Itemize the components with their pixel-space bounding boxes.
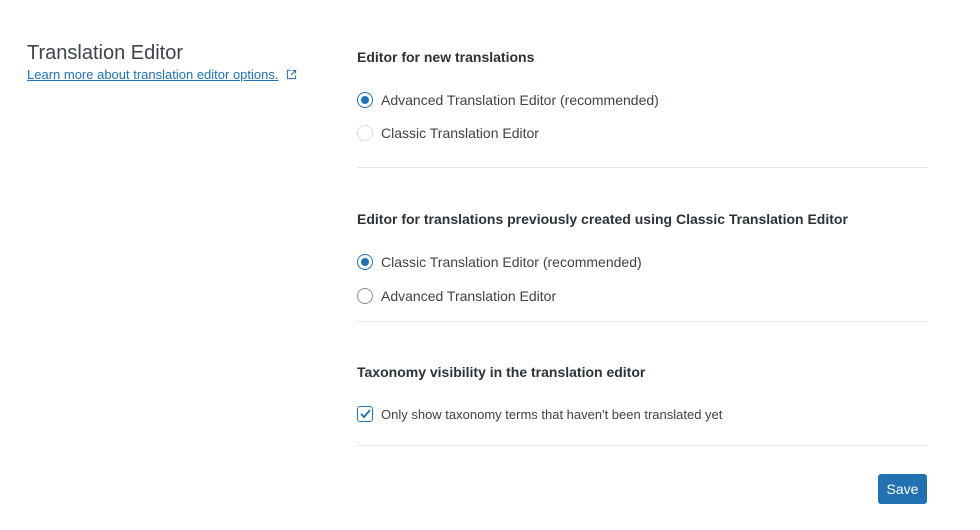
new-translations-section: Editor for new translations Advanced Tra… xyxy=(357,48,927,168)
section-title: Editor for translations previously creat… xyxy=(357,211,848,227)
radio-button-selected[interactable] xyxy=(357,92,373,108)
taxonomy-checkbox-option[interactable]: Only show taxonomy terms that haven't be… xyxy=(357,405,927,423)
previous-translations-section: Editor for translations previously creat… xyxy=(357,168,927,322)
checkbox-checked[interactable] xyxy=(357,406,373,422)
radio-option-advanced-editor[interactable]: Advanced Translation Editor (recommended… xyxy=(357,91,927,109)
option-label: Advanced Translation Editor (recommended… xyxy=(381,92,659,108)
external-link-icon xyxy=(286,69,296,80)
checkbox-label: Only show taxonomy terms that haven't be… xyxy=(381,406,723,422)
save-button[interactable]: Save xyxy=(878,474,927,504)
page-title: Translation Editor xyxy=(27,42,183,64)
radio-button[interactable] xyxy=(357,125,373,141)
option-label: Classic Translation Editor xyxy=(381,125,539,141)
sidebar-header: Translation Editor Learn more about tran… xyxy=(27,40,317,84)
settings-panel: Editor for new translations Advanced Tra… xyxy=(357,48,927,446)
radio-button[interactable] xyxy=(357,288,373,304)
taxonomy-visibility-section: Taxonomy visibility in the translation e… xyxy=(357,322,927,446)
radio-option-classic-editor-recommended[interactable]: Classic Translation Editor (recommended) xyxy=(357,253,927,271)
radio-option-classic-editor[interactable]: Classic Translation Editor xyxy=(357,124,927,142)
learn-more-link[interactable]: Learn more about translation editor opti… xyxy=(27,67,297,82)
radio-button-selected[interactable] xyxy=(357,254,373,270)
checkmark-icon xyxy=(360,409,371,419)
option-label: Advanced Translation Editor xyxy=(381,288,557,304)
learn-more-link-text: Learn more about translation editor opti… xyxy=(27,67,279,82)
section-title: Taxonomy visibility in the translation e… xyxy=(357,364,646,380)
section-title: Editor for new translations xyxy=(357,49,535,65)
option-label: Classic Translation Editor (recommended) xyxy=(381,254,642,270)
radio-option-advanced-editor[interactable]: Advanced Translation Editor xyxy=(357,287,927,305)
